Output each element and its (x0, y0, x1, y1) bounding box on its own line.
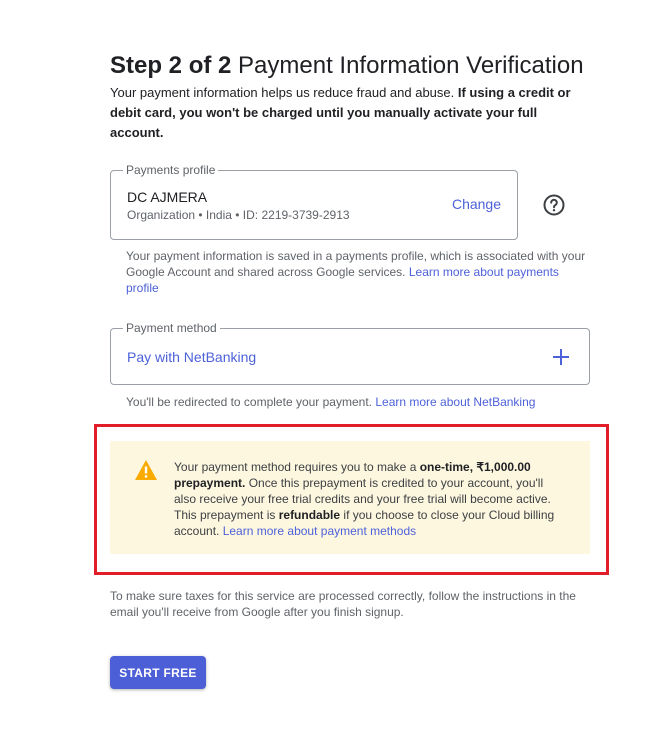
taxes-note: To make sure taxes for this service are … (110, 589, 576, 619)
method-desc-text: You'll be redirected to complete your pa… (126, 395, 372, 409)
notice-text-1: Your payment method requires you to make… (174, 460, 420, 474)
page-title: Step 2 of 2 Payment Information Verifica… (110, 52, 584, 80)
profile-name: DC AJMERA (127, 189, 208, 205)
intro-plain: Your payment information helps us reduce… (110, 85, 455, 100)
learn-more-netbanking-link[interactable]: Learn more about NetBanking (375, 395, 535, 409)
notice-text: Your payment method requires you to make… (174, 459, 562, 539)
change-profile-button[interactable]: Change (452, 196, 501, 212)
warning-icon (135, 460, 157, 480)
profile-meta: Organization • India • ID: 2219-3739-291… (127, 208, 350, 222)
notice-bold-2: refundable (278, 508, 341, 522)
payments-profile-description: Your payment information is saved in a p… (126, 248, 588, 296)
payment-method-field: Payment method Pay with NetBanking (110, 321, 590, 385)
help-circle-icon[interactable] (542, 193, 566, 217)
step-label: Step 2 of 2 (110, 52, 232, 79)
payment-method-legend: Payment method (123, 321, 220, 335)
pay-with-netbanking-option[interactable]: Pay with NetBanking (127, 349, 256, 365)
prepayment-notice: Your payment method requires you to make… (110, 441, 590, 554)
payments-profile-legend: Payments profile (123, 163, 219, 177)
plus-icon[interactable] (551, 347, 571, 367)
payments-profile-field: Payments profile DC AJMERA Organization … (110, 163, 518, 240)
start-free-button[interactable]: START FREE (110, 656, 206, 689)
title-text: Payment Information Verification (238, 52, 584, 79)
payment-method-description: You'll be redirected to complete your pa… (126, 394, 596, 410)
learn-more-payment-methods-link[interactable]: Learn more about payment methods (223, 524, 416, 538)
intro-text: Your payment information helps us reduce… (110, 83, 580, 143)
